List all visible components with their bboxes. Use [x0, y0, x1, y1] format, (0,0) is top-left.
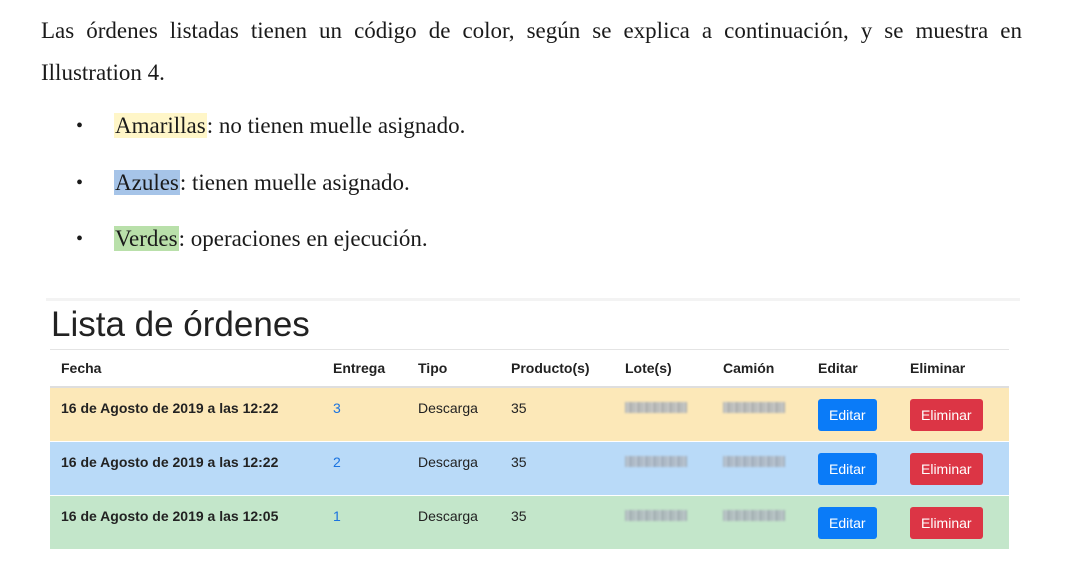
column-header-productos: Producto(s)	[500, 349, 614, 388]
order-type: Descarga	[418, 400, 478, 416]
edit-button[interactable]: Editar	[818, 399, 877, 431]
legend-description: : no tienen muelle asignado.	[206, 113, 466, 138]
page-title: Lista de órdenes	[51, 305, 310, 344]
legend-description: : tienen muelle asignado.	[179, 169, 410, 195]
edit-button[interactable]: Editar	[818, 453, 877, 485]
column-header-lotes: Lote(s)	[614, 349, 712, 388]
column-header-fecha: Fecha	[50, 349, 322, 388]
column-header-tipo: Tipo	[407, 349, 500, 388]
column-header-editar: Editar	[807, 349, 899, 388]
column-header-entrega: Entrega	[322, 349, 407, 388]
delivery-link[interactable]: 1	[333, 508, 341, 524]
delivery-link[interactable]: 2	[333, 454, 341, 470]
redacted-truck	[723, 402, 785, 413]
legend-term-green: Verdes	[114, 226, 179, 251]
legend-term-blue: Azules	[114, 169, 180, 195]
delete-button[interactable]: Eliminar	[910, 507, 983, 539]
bullet-icon: •	[76, 171, 84, 194]
bullet-icon: •	[76, 228, 84, 250]
edit-button[interactable]: Editar	[818, 507, 877, 539]
legend-description: : operaciones en ejecución.	[178, 226, 428, 251]
redacted-lot	[625, 456, 687, 467]
column-header-camion: Camión	[712, 349, 807, 388]
order-product: 35	[511, 454, 527, 470]
orders-screenshot: Lista de órdenes Fecha Entrega Tipo Prod…	[46, 298, 1020, 562]
order-date: 16 de Agosto de 2019 a las 12:22	[61, 400, 279, 416]
order-product: 35	[511, 400, 527, 416]
delete-button[interactable]: Eliminar	[910, 399, 983, 431]
redacted-lot	[625, 402, 687, 413]
order-date: 16 de Agosto de 2019 a las 12:05	[61, 508, 279, 524]
order-type: Descarga	[418, 454, 478, 470]
redacted-truck	[723, 510, 785, 521]
table-row: 16 de Agosto de 2019 a las 12:22 3 Desca…	[50, 386, 1009, 442]
redacted-lot	[625, 510, 687, 521]
redacted-truck	[723, 456, 785, 467]
order-date: 16 de Agosto de 2019 a las 12:22	[61, 454, 279, 470]
column-header-eliminar: Eliminar	[899, 349, 1009, 388]
delivery-link[interactable]: 3	[333, 400, 341, 416]
table-header-row: Fecha Entrega Tipo Producto(s) Lote(s) C…	[50, 349, 1009, 388]
orders-table: Fecha Entrega Tipo Producto(s) Lote(s) C…	[50, 349, 1009, 549]
legend-term-yellow: Amarillas	[114, 113, 207, 138]
order-type: Descarga	[418, 508, 478, 524]
order-product: 35	[511, 508, 527, 524]
table-row: 16 de Agosto de 2019 a las 12:22 2 Desca…	[50, 441, 1009, 496]
intro-paragraph: Las órdenes listadas tienen un código de…	[41, 18, 1022, 85]
bullet-icon: •	[76, 115, 84, 137]
delete-button[interactable]: Eliminar	[910, 453, 983, 485]
table-row: 16 de Agosto de 2019 a las 12:05 1 Desca…	[50, 495, 1009, 549]
